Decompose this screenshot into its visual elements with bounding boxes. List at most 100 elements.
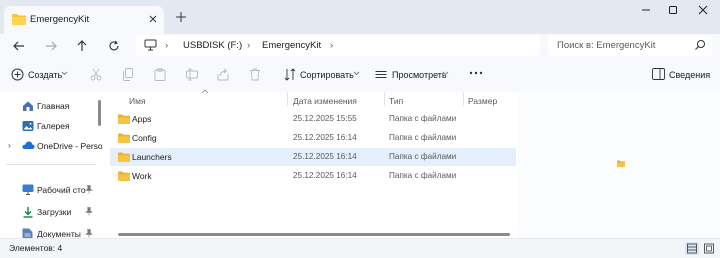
refresh-icon[interactable]: [105, 37, 123, 55]
breadcrumb-folder[interactable]: EmergencyKit: [262, 40, 321, 51]
search-input[interactable]: Поиск в: EmergencyKit: [548, 35, 712, 56]
table-row[interactable]: Config 25.12.2025 16:14 Папка с файлами: [110, 129, 516, 147]
column-divider[interactable]: [384, 92, 385, 106]
sidebar-item-home[interactable]: Главная: [0, 96, 96, 116]
file-name: Launchers: [132, 152, 172, 162]
sidebar-scrollbar[interactable]: [98, 100, 101, 126]
details-view-icon[interactable]: [685, 242, 699, 255]
file-name: Apps: [132, 114, 152, 124]
command-bar: Создать Сортировать Просмотреть Сведения: [0, 58, 720, 93]
file-date: 25.12.2025 15:55: [293, 114, 357, 123]
file-name: Config: [132, 133, 157, 143]
chevron-right-icon[interactable]: ›: [8, 141, 11, 150]
file-date: 25.12.2025 16:14: [293, 133, 357, 142]
column-divider[interactable]: [287, 92, 288, 106]
content-area: Главная Галерея › OneDrive - Perso Рабоч…: [0, 89, 720, 240]
delete-icon[interactable]: [249, 68, 261, 81]
folder-icon: [118, 133, 130, 143]
status-bar: Элементов: 4: [0, 238, 720, 258]
sidebar-item-desktop[interactable]: Рабочий сто: [0, 180, 96, 200]
up-icon[interactable]: [73, 37, 91, 55]
file-date: 25.12.2025 16:14: [293, 171, 357, 180]
pin-icon[interactable]: [85, 207, 93, 216]
file-type: Папка с файлами: [389, 114, 457, 123]
file-date: 25.12.2025 16:14: [293, 152, 357, 161]
tiles-view-icon[interactable]: [702, 242, 716, 255]
add-icon: [11, 68, 24, 81]
chevron-right-icon: ›: [247, 40, 251, 51]
sidebar-item-label: Главная: [37, 101, 70, 111]
file-type: Папка с файлами: [389, 152, 457, 161]
more-options-icon[interactable]: [469, 70, 483, 76]
column-header-date[interactable]: Дата изменения: [293, 96, 357, 106]
chevron-down-icon: [61, 71, 68, 76]
chevron-right-icon: ›: [165, 40, 169, 51]
sidebar-item-label: Рабочий сто: [37, 185, 86, 195]
column-divider[interactable]: [463, 92, 464, 106]
details-pane: [518, 92, 720, 238]
view-icon: [375, 68, 387, 81]
search-placeholder: Поиск в: EmergencyKit: [557, 40, 656, 51]
divider: [6, 164, 96, 165]
file-name: Work: [132, 171, 152, 181]
breadcrumb-drive[interactable]: USBDISK (F:): [183, 40, 242, 51]
folder-icon: [118, 152, 130, 162]
download-icon: [22, 206, 34, 218]
pin-icon[interactable]: [85, 229, 93, 238]
create-button[interactable]: Создать: [28, 70, 62, 80]
details-button[interactable]: Сведения: [669, 70, 710, 80]
sidebar-item-label: Галерея: [37, 121, 70, 131]
chevron-right-icon: ›: [330, 40, 334, 51]
item-count: Элементов: 4: [9, 243, 63, 253]
table-row[interactable]: Apps 25.12.2025 15:55 Папка с файлами: [110, 110, 516, 128]
folder-icon: [12, 13, 26, 25]
sort-button[interactable]: Сортировать: [300, 70, 354, 80]
table-row[interactable]: Work 25.12.2025 16:14 Папка с файлами: [110, 167, 516, 185]
file-type: Папка с файлами: [389, 171, 457, 180]
computer-icon: [144, 39, 157, 51]
column-header-size[interactable]: Размер: [468, 96, 497, 106]
navigation-bar: › USBDISK (F:) › EmergencyKit › Поиск в:…: [0, 34, 720, 58]
back-icon[interactable]: [10, 37, 28, 55]
sidebar-item-downloads[interactable]: Загрузки: [0, 202, 96, 222]
pin-icon[interactable]: [85, 185, 93, 194]
maximize-icon[interactable]: [664, 3, 682, 17]
gallery-icon: [22, 120, 34, 132]
sidebar-item-label: OneDrive - Perso: [37, 141, 103, 151]
details-pane-icon: [652, 68, 665, 80]
file-type: Папка с файлами: [389, 133, 457, 142]
sort-icon: [284, 68, 296, 81]
tab-title: EmergencyKit: [30, 14, 90, 25]
forward-icon[interactable]: [42, 37, 60, 55]
sidebar-item-label: Загрузки: [37, 207, 72, 217]
rename-icon[interactable]: [186, 68, 198, 81]
sidebar-item-gallery[interactable]: Галерея: [0, 116, 96, 136]
address-bar[interactable]: › USBDISK (F:) › EmergencyKit ›: [136, 35, 540, 56]
title-bar: EmergencyKit: [0, 0, 720, 34]
folder-icon: [118, 171, 130, 181]
cut-icon[interactable]: [90, 68, 102, 81]
new-tab-icon[interactable]: [174, 10, 188, 24]
chevron-down-icon: [442, 71, 449, 76]
close-window-icon[interactable]: [694, 3, 712, 17]
column-header-name[interactable]: Имя: [129, 96, 146, 106]
share-icon[interactable]: [217, 68, 229, 81]
horizontal-scrollbar[interactable]: [118, 233, 510, 236]
table-row[interactable]: Launchers 25.12.2025 16:14 Папка с файла…: [110, 148, 516, 166]
desktop-icon: [22, 184, 34, 195]
search-icon[interactable]: [694, 39, 706, 51]
paste-icon[interactable]: [154, 68, 166, 81]
folder-icon: [118, 114, 130, 124]
minimize-icon[interactable]: [637, 3, 655, 17]
sort-ascending-icon: [201, 89, 209, 94]
home-icon: [22, 100, 34, 112]
column-header-type[interactable]: Тип: [389, 96, 403, 106]
folder-icon: [617, 160, 625, 167]
sidebar-item-onedrive[interactable]: › OneDrive - Perso: [0, 136, 103, 156]
close-tab-icon[interactable]: [146, 12, 160, 26]
chevron-down-icon: [353, 71, 360, 76]
tab-emergencykit[interactable]: EmergencyKit: [4, 6, 164, 34]
view-button[interactable]: Просмотреть: [392, 70, 447, 80]
copy-icon[interactable]: [122, 68, 134, 81]
onedrive-icon: [22, 140, 35, 150]
